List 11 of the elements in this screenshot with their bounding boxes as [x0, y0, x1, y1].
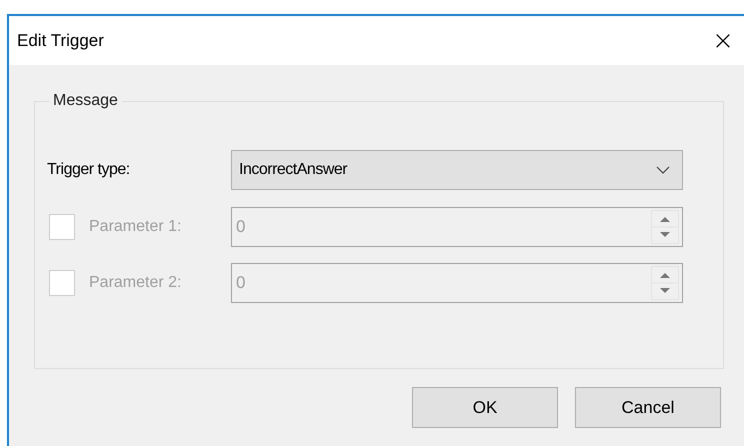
field-label: Parameter 1:: [88, 217, 182, 237]
field-label: Parameter 2:: [88, 273, 182, 293]
dialog-button[interactable]: Cancel: [575, 387, 721, 428]
chevron-down-icon: [656, 166, 670, 174]
trigger-type-dropdown[interactable]: IncorrectAnswer: [231, 150, 683, 190]
dialog-button[interactable]: OK: [412, 387, 558, 428]
spin-arrows-icon[interactable]: [651, 266, 679, 300]
close-button[interactable]: ×: [708, 26, 738, 56]
window-title: Edit Trigger: [17, 30, 104, 52]
spin-arrows-icon[interactable]: [651, 210, 679, 244]
field-label: Trigger type:: [47, 160, 131, 180]
